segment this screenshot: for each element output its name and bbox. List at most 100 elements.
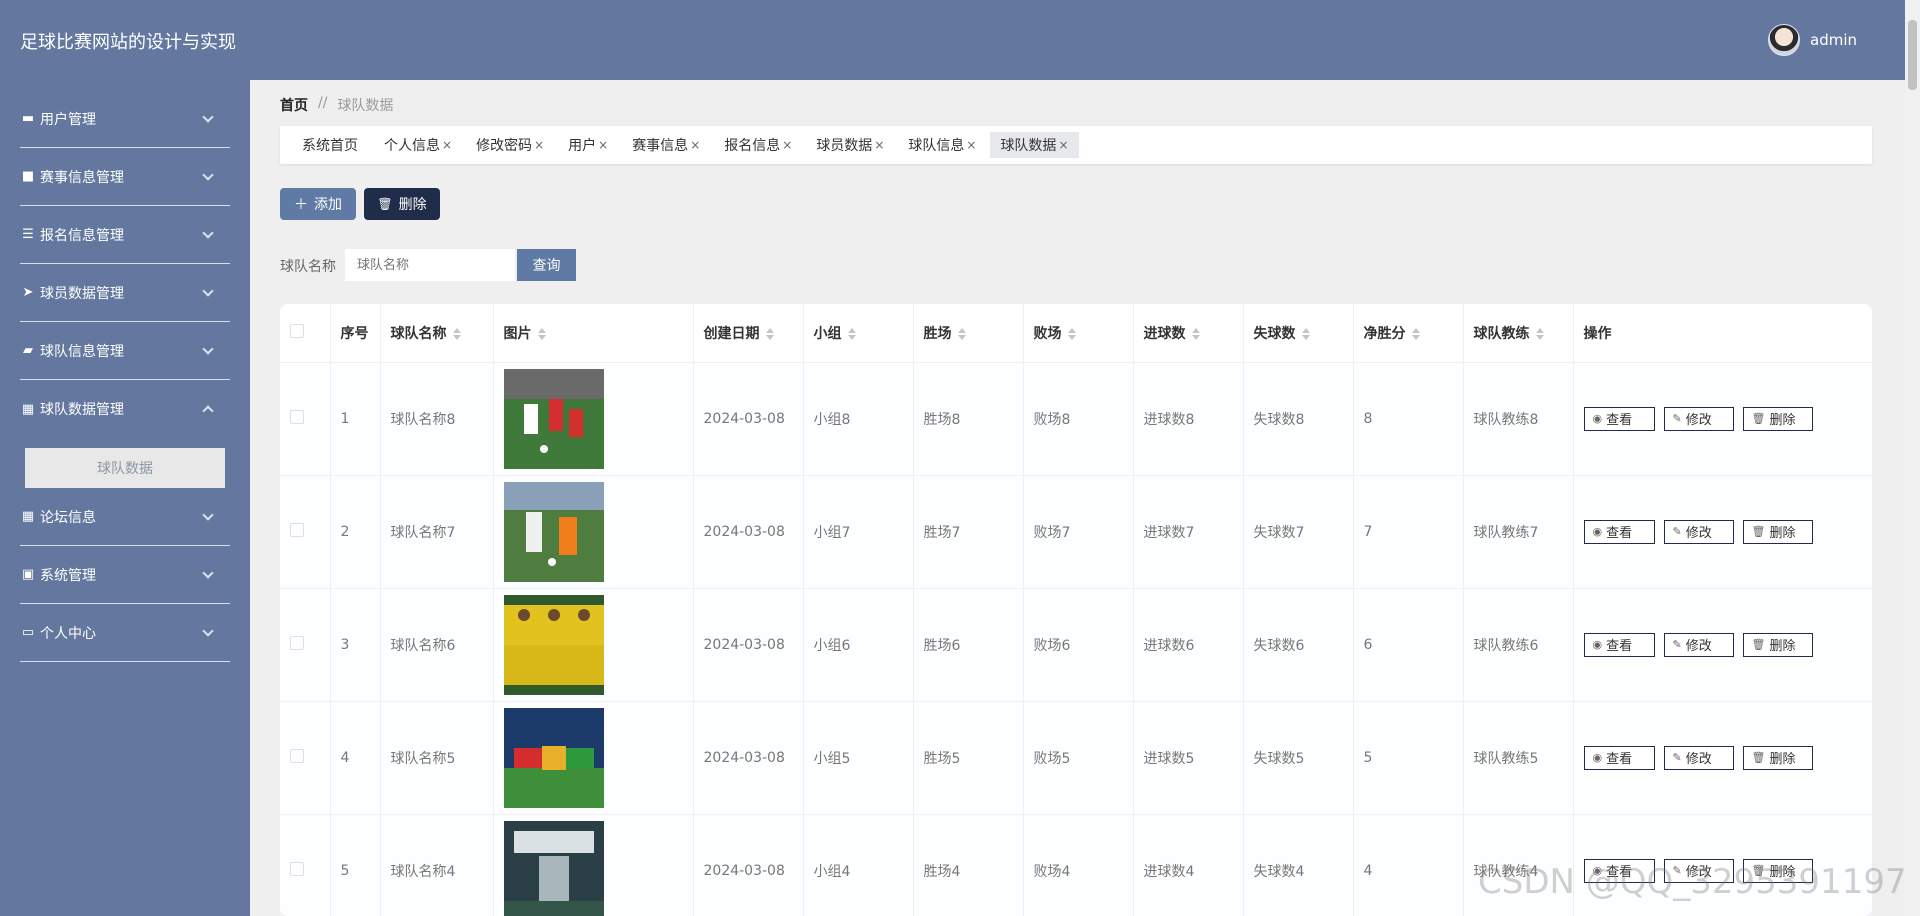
column-header-wins[interactable]: 胜场 [913, 304, 1024, 362]
sort-icon[interactable] [957, 327, 966, 340]
select-all-checkbox[interactable] [290, 323, 304, 338]
team-photo[interactable] [503, 594, 604, 695]
column-header-created-date[interactable]: 创建日期 [693, 304, 804, 362]
row-checkbox[interactable] [290, 861, 304, 876]
close-icon[interactable]: × [1058, 138, 1068, 152]
edit-button[interactable]: ✎ 修改 [1663, 632, 1734, 657]
table-row: 2 球队名称7 2024-03-08 小组7 胜场7 败场7 进球数7 失球数7… [280, 474, 1872, 588]
sidebar-item-personal-center[interactable]: ▭ 个人中心 [20, 604, 230, 662]
sidebar-item-team-data-management[interactable]: ▦ 球队数据管理 [20, 380, 230, 438]
search-button[interactable]: 查询 [517, 249, 576, 281]
top-header: 足球比赛网站的设计与实现 admin [0, 0, 1905, 80]
sort-icon[interactable] [847, 327, 856, 340]
eye-icon: ◉ [1592, 412, 1603, 425]
chevron-down-icon [202, 567, 214, 579]
tag-team-info[interactable]: 球队信息 × [898, 132, 986, 158]
tag-registration-info[interactable]: 报名信息 × [714, 132, 802, 158]
column-header-goal-diff[interactable]: 净胜分 [1353, 304, 1464, 362]
delete-row-button[interactable]: 🗑 删除 [1742, 406, 1813, 431]
row-checkbox[interactable] [290, 635, 304, 650]
cell-group: 小组7 [803, 474, 914, 588]
close-icon[interactable]: × [534, 138, 544, 152]
close-icon[interactable]: × [442, 138, 452, 152]
sidebar-item-event-management[interactable]: ■ 赛事信息管理 [20, 148, 230, 206]
close-icon[interactable]: × [690, 138, 700, 152]
sort-icon[interactable] [765, 327, 774, 340]
close-icon[interactable]: × [874, 138, 884, 152]
team-photo[interactable] [503, 820, 604, 916]
sidebar-item-forum[interactable]: ▦ 论坛信息 [20, 488, 230, 546]
sort-icon[interactable] [452, 327, 461, 340]
column-header-coach[interactable]: 球队教练 [1463, 304, 1574, 362]
close-icon[interactable]: × [966, 138, 976, 152]
row-checkbox[interactable] [290, 409, 304, 424]
column-header-no: 序号 [330, 304, 381, 362]
tag-change-password[interactable]: 修改密码 × [466, 132, 554, 158]
cell-coach: 球队教练6 [1463, 587, 1574, 701]
sidebar-item-system-management[interactable]: ▣ 系统管理 [20, 546, 230, 604]
view-button[interactable]: ◉ 查看 [1583, 519, 1655, 544]
column-header-group[interactable]: 小组 [803, 304, 914, 362]
scrollbar-thumb[interactable] [1908, 20, 1917, 90]
team-photo[interactable] [503, 368, 604, 469]
send-icon: ➤ [22, 285, 34, 300]
column-header-goals-against[interactable]: 失球数 [1243, 304, 1354, 362]
view-button[interactable]: ◉ 查看 [1583, 745, 1655, 770]
column-header-team-name[interactable]: 球队名称 [380, 304, 494, 362]
cell-coach: 球队教练7 [1463, 474, 1574, 588]
column-header-image[interactable]: 图片 [493, 304, 694, 362]
avatar[interactable] [1768, 24, 1800, 56]
tag-player-data[interactable]: 球员数据 × [806, 132, 894, 158]
sort-icon[interactable] [1411, 327, 1420, 340]
search-input[interactable] [345, 249, 515, 281]
tag-home[interactable]: 系统首页 [292, 132, 370, 158]
delete-button[interactable]: 🗑 删除 [364, 188, 440, 220]
edit-button[interactable]: ✎ 修改 [1663, 745, 1734, 770]
column-header-losses[interactable]: 败场 [1023, 304, 1134, 362]
cell-no: 2 [330, 474, 381, 588]
sort-icon[interactable] [1535, 327, 1544, 340]
trash-icon: 🗑 [1751, 638, 1766, 651]
user-menu[interactable]: admin [1768, 24, 1857, 56]
tag-team-data[interactable]: 球队数据 × [990, 132, 1079, 158]
team-photo[interactable] [503, 481, 604, 582]
view-button[interactable]: ◉ 查看 [1583, 632, 1655, 657]
cell-goals-for: 进球数7 [1133, 474, 1244, 588]
delete-row-button[interactable]: 🗑 删除 [1742, 745, 1813, 770]
sidebar-item-player-data-management[interactable]: ➤ 球员数据管理 [20, 264, 230, 322]
row-checkbox[interactable] [290, 522, 304, 537]
team-photo[interactable] [503, 707, 604, 808]
sidebar-item-user-management[interactable]: ▬ 用户管理 [20, 90, 230, 148]
tag-user[interactable]: 用户 × [558, 132, 618, 158]
edit-button[interactable]: ✎ 修改 [1663, 406, 1734, 431]
select-all-cell[interactable] [280, 304, 331, 362]
username[interactable]: admin [1810, 31, 1857, 49]
sidebar-subitem-team-data[interactable]: 球队数据 [25, 448, 225, 488]
tag-event-info[interactable]: 赛事信息 × [622, 132, 710, 158]
column-header-goals-for[interactable]: 进球数 [1133, 304, 1244, 362]
row-checkbox[interactable] [290, 748, 304, 763]
delete-row-button[interactable]: 🗑 删除 [1742, 519, 1813, 544]
breadcrumb-home[interactable]: 首页 [280, 95, 308, 115]
close-icon[interactable]: × [598, 138, 608, 152]
tag-personal-info[interactable]: 个人信息 × [374, 132, 462, 158]
sort-icon[interactable] [1067, 327, 1076, 340]
tag-label: 系统首页 [302, 138, 358, 154]
sort-icon[interactable] [537, 327, 546, 340]
close-icon[interactable]: × [782, 138, 792, 152]
cell-actions: ◉ 查看 ✎ 修改 🗑 删除 [1573, 474, 1872, 588]
breadcrumb-separator: // [318, 95, 328, 111]
delete-row-button[interactable]: 🗑 删除 [1742, 632, 1813, 657]
cell-wins: 胜场5 [913, 700, 1024, 814]
sort-icon[interactable] [1301, 327, 1310, 340]
view-button[interactable]: ◉ 查看 [1583, 406, 1655, 431]
sort-icon[interactable] [1191, 327, 1200, 340]
sidebar-item-registration-management[interactable]: ☰ 报名信息管理 [20, 206, 230, 264]
cell-goal-diff: 8 [1353, 361, 1464, 475]
add-button[interactable]: ＋ 添加 [280, 188, 356, 220]
sidebar-item-team-info-management[interactable]: ▰ 球队信息管理 [20, 322, 230, 380]
cell-image [493, 700, 694, 814]
edit-button[interactable]: ✎ 修改 [1663, 519, 1734, 544]
page-scrollbar[interactable] [1905, 0, 1920, 916]
trash-icon: 🗑 [1751, 525, 1766, 538]
